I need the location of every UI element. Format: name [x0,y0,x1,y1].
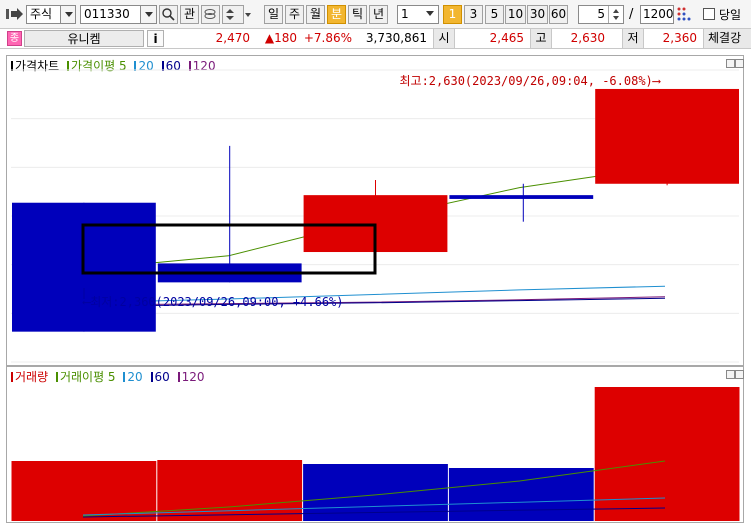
legend-item-volume-ma20[interactable]: 20 [123,370,144,384]
panel-close-button[interactable] [735,59,744,68]
stack-icon [204,9,216,19]
period-button[interactable]: 일 [264,5,283,24]
count-separator: / [629,7,634,22]
minute-button[interactable]: 1 [443,5,462,24]
info-button[interactable]: i [147,30,164,47]
up-down-button[interactable] [222,5,244,24]
legend-item-price-chart[interactable]: 가격차트 [11,59,61,73]
quote-bar: 종 유니켐 i 2,470 ▲180 +7.86% 3,730,861 시 2,… [0,28,751,49]
toolbar: 주식 011330 관 1 5 / 1200 당일 일 주 월 분 틱 년 1 3 5 10 30 6… [0,0,751,28]
legend-item-volume[interactable]: 거래량 [11,370,50,384]
chevron-down-icon[interactable] [60,6,75,23]
low-price: 2,360 [662,31,697,45]
same-day-checkbox[interactable] [703,8,715,20]
count-spinner[interactable] [608,6,623,23]
count-value: 5 [597,7,605,21]
legend-item-ma60[interactable]: 60 [161,59,183,73]
price-chart-panel[interactable]: 가격차트 가격이평 5 20 60 120 [6,55,744,366]
legend-item-volume-ma5[interactable]: 거래이평 5 [55,370,118,384]
minute-button[interactable]: 5 [485,5,504,24]
price-legend: 가격차트 가격이평 5 20 60 120 [11,57,220,74]
dots-settings-icon[interactable] [676,6,691,23]
group-button[interactable] [201,5,220,24]
low-label: 저 [622,29,644,48]
interval-select[interactable]: 1 [397,5,439,24]
current-price: 2,470 [215,31,250,45]
contract-strength-label: 체결강 [703,29,751,48]
minute-button[interactable]: 3 [464,5,483,24]
open-label: 시 [433,29,455,48]
period-button[interactable]: 틱 [348,5,367,24]
period-button[interactable]: 월 [306,5,325,24]
high-label: 고 [530,29,552,48]
legend-item-volume-ma60[interactable]: 60 [150,370,172,384]
legend-item-volume-ma120[interactable]: 120 [177,370,207,384]
interval-value: 1 [401,7,409,21]
market-select[interactable]: 주식 [26,5,76,24]
stock-code-input[interactable]: 011330 [80,5,157,24]
small-chevron-down-icon[interactable] [245,13,251,17]
total-count-value: 1200 [643,7,674,21]
stock-name-text: 유니켐 [67,32,101,46]
spinner-arrows-icon [613,9,619,20]
change-rate: +7.86% [303,31,352,45]
minute-button[interactable]: 30 [527,5,548,24]
period-button[interactable]: 분 [327,5,346,24]
panel-minimize-button[interactable] [726,59,735,68]
volume-value: 3,730,861 [365,31,427,45]
minute-button[interactable]: 10 [505,5,526,24]
volume-chart-panel[interactable]: 거래량 거래이평 5 20 60 120 [6,366,744,523]
open-price: 2,465 [489,31,524,45]
legend-item-ma20[interactable]: 20 [134,59,155,73]
minute-button[interactable]: 60 [549,5,568,24]
period-button[interactable]: 년 [369,5,388,24]
price-change: ▲180 [264,31,297,45]
link-arrow-icon[interactable] [6,7,24,21]
favorite-button[interactable]: 관 [180,5,199,24]
legend-item-ma120[interactable]: 120 [188,59,218,73]
legend-item-ma5[interactable]: 가격이평 5 [67,59,129,73]
search-button[interactable] [159,5,178,24]
stock-type-badge: 종 [7,31,22,46]
chevron-down-icon[interactable] [422,6,438,23]
market-select-value: 주식 [30,7,53,21]
period-button[interactable]: 주 [285,5,304,24]
panel-close-button[interactable] [735,370,744,379]
stock-name[interactable]: 유니켐 [24,30,144,47]
high-price: 2,630 [570,31,605,45]
same-day-label: 당일 [719,8,742,22]
up-down-arrow-icon [226,9,234,20]
chevron-down-icon[interactable] [140,6,156,23]
stock-code-value: 011330 [84,7,130,21]
panel-minimize-button[interactable] [726,370,735,379]
volume-legend: 거래량 거래이평 5 20 60 120 [11,368,209,385]
search-icon [162,8,175,21]
total-count-input[interactable]: 1200 [640,5,674,24]
